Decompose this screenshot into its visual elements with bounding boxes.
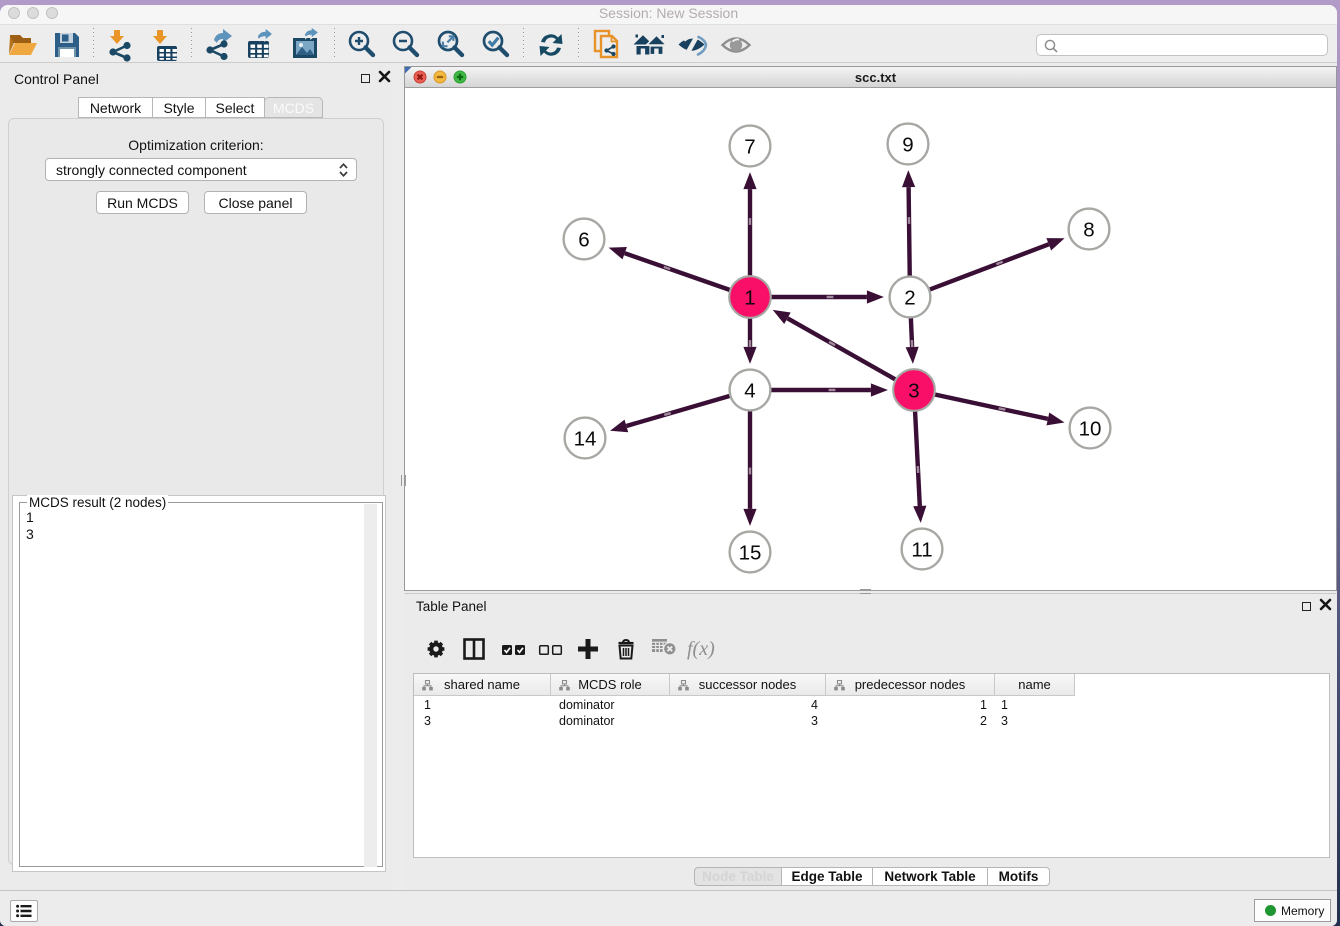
svg-text:11: 11 <box>911 538 932 561</box>
svg-text:7: 7 <box>744 135 755 158</box>
svg-text:3: 3 <box>908 379 919 402</box>
svg-text:9: 9 <box>902 133 913 156</box>
svg-text:2: 2 <box>904 286 915 309</box>
svg-text:6: 6 <box>578 228 589 251</box>
svg-text:8: 8 <box>1083 218 1094 241</box>
svg-text:15: 15 <box>739 541 762 564</box>
svg-text:14: 14 <box>574 427 597 450</box>
svg-text:10: 10 <box>1079 417 1102 440</box>
svg-text:4: 4 <box>744 379 755 402</box>
svg-text:1: 1 <box>744 286 755 309</box>
